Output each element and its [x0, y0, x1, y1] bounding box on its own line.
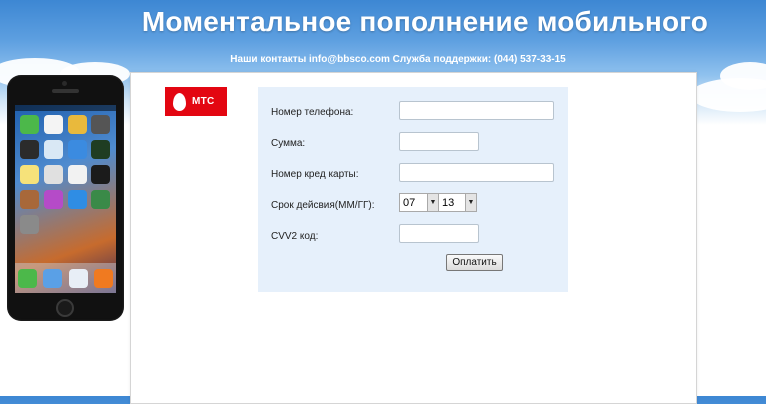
- phone-label: Номер телефона:: [271, 107, 354, 118]
- cvv-input[interactable]: [399, 224, 479, 243]
- messages-app-icon: [20, 115, 39, 134]
- cvv-label: CVV2 код:: [271, 231, 319, 242]
- settings-app-icon: [20, 215, 39, 234]
- maps-app-icon: [43, 140, 63, 159]
- phone-illustration: [7, 75, 124, 321]
- amount-label: Сумма:: [271, 138, 306, 149]
- stocks-app-icon: [91, 165, 111, 184]
- clock-app-icon: [67, 165, 87, 184]
- amount-input[interactable]: [399, 132, 479, 151]
- dropdown-arrow-icon: ▼: [465, 194, 476, 211]
- operator-logo-text: МТС: [192, 96, 215, 107]
- payment-form: Номер телефона: Сумма: Номер кред карты:…: [258, 87, 568, 292]
- safari-app-icon: [68, 268, 88, 288]
- mail-app-icon: [43, 268, 63, 288]
- operator-logo: МТС: [165, 87, 227, 116]
- card-number-input[interactable]: [399, 163, 554, 182]
- notes-app-icon: [20, 165, 39, 184]
- phone-app-icon: [18, 268, 38, 288]
- music-app-icon: [93, 268, 113, 288]
- reminders-app-icon: [43, 165, 63, 184]
- dropdown-arrow-icon: ▼: [427, 194, 438, 211]
- expiry-month-value: 07: [403, 196, 416, 209]
- app-store-icon: [67, 190, 87, 209]
- expiry-year-value: 13: [442, 196, 455, 209]
- camera-icon: [62, 81, 67, 86]
- app-icon-grid: [15, 111, 116, 234]
- videos-app-icon: [20, 140, 39, 159]
- phone-input[interactable]: [399, 101, 554, 120]
- newsstand-app-icon: [20, 190, 39, 209]
- phone-screen: [15, 105, 116, 293]
- game-center-icon: [91, 190, 111, 209]
- home-button-icon: [56, 299, 74, 317]
- photos-app-icon: [67, 115, 87, 134]
- pay-button[interactable]: Оплатить: [446, 254, 503, 271]
- expiry-month-select[interactable]: 07 ▼: [399, 193, 439, 212]
- passbook-app-icon: [91, 140, 111, 159]
- itunes-app-icon: [43, 190, 63, 209]
- weather-app-icon: [67, 140, 87, 159]
- phone-dock: [15, 263, 116, 293]
- camera-app-icon: [91, 115, 111, 134]
- page-title: Моментальное пополнение мобильного: [141, 6, 709, 37]
- egg-icon: [173, 92, 186, 111]
- contacts-line: Наши контакты info@bbsco.com Служба подд…: [230, 54, 566, 65]
- expiry-label: Срок дейсвия(ММ/ГГ):: [271, 200, 375, 211]
- calendar-app-icon: [43, 115, 63, 134]
- card-number-label: Номер кред карты:: [271, 169, 359, 180]
- speaker-icon: [52, 89, 79, 93]
- expiry-year-select[interactable]: 13 ▼: [438, 193, 477, 212]
